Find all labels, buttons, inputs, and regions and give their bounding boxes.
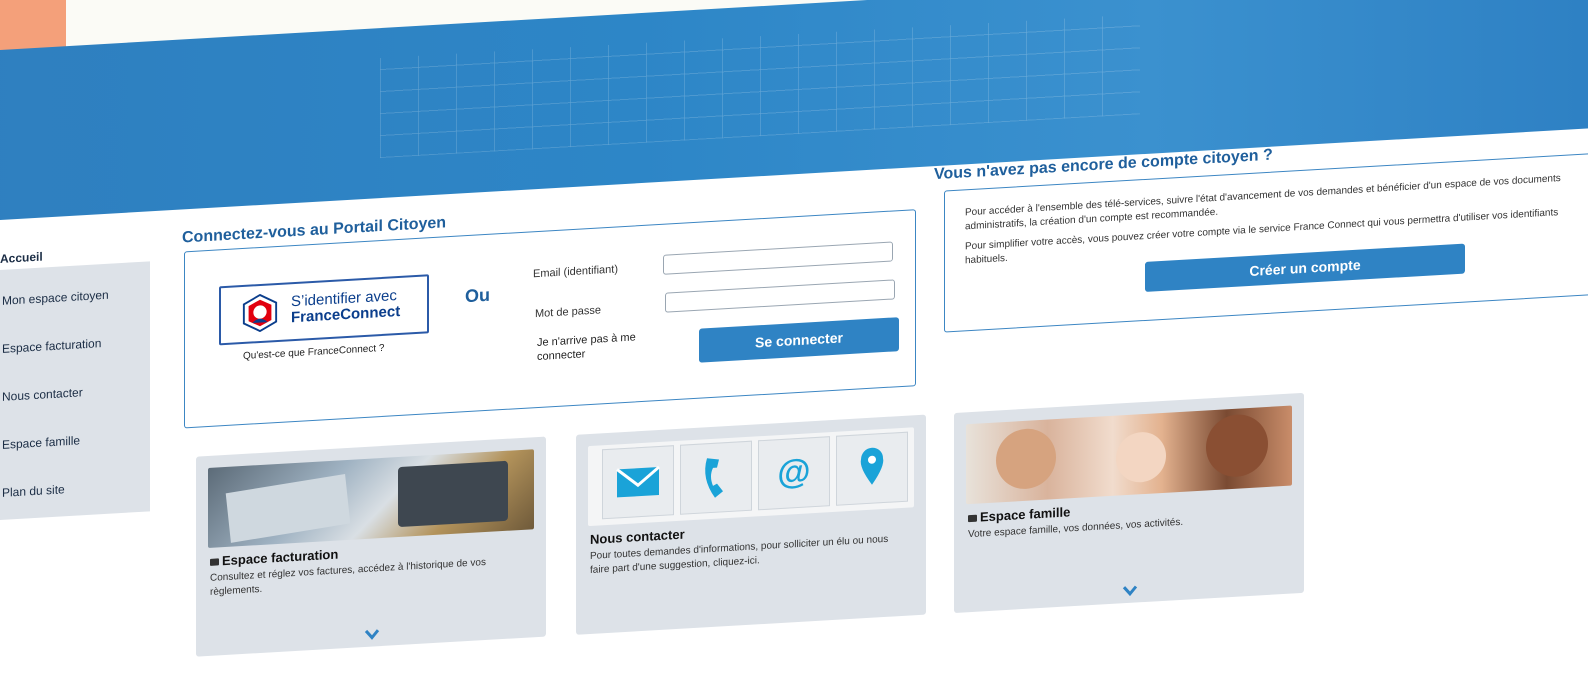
card-title-contact: Nous contacter [590,526,685,547]
banner-pattern [380,14,1140,159]
sidebar-item-espace-facturation[interactable]: Espace facturation [2,336,101,356]
sidebar-menu: Mon espace citoyen Espace facturation No… [0,261,150,522]
signup-panel: Pour accéder à l'ensemble des télé-servi… [944,151,1588,333]
envelope-icon [616,465,660,498]
sidebar-item-accueil[interactable]: Accueil [0,250,43,266]
card-image-facturation [208,449,534,549]
svg-text:@: @ [777,452,810,492]
email-label: Email (identifiant) [533,263,618,281]
lock-icon [968,514,977,523]
franceconnect-logo-icon [242,293,278,333]
lock-icon [210,558,219,566]
tile-mail [602,445,674,520]
calculator-image [398,460,508,528]
sidebar-item-espace-citoyen[interactable]: Mon espace citoyen [2,288,109,308]
sidebar-item-espace-famille[interactable]: Espace famille [2,433,80,452]
photo-parent-1 [996,427,1056,491]
login-submit-button[interactable]: Se connecter [699,317,899,363]
sidebar-item-plan-du-site[interactable]: Plan du site [2,482,65,500]
card-title-text: Espace famille [980,504,1071,525]
sidebar-item-nous-contacter[interactable]: Nous contacter [2,385,83,404]
card-image-contact: @ [588,427,914,527]
forgot-password-link[interactable]: Je n'arrive pas à me connecter [537,329,657,364]
password-input[interactable] [665,279,895,313]
page: Accueil Mon espace citoyen Espace factur… [0,0,1588,697]
or-separator: Ou [465,284,490,307]
card-title-famille: Espace famille [968,504,1070,525]
location-pin-icon [860,447,884,485]
card-espace-famille[interactable]: Espace famille Votre espace famille, vos… [954,392,1304,613]
chevron-down-icon[interactable] [364,628,380,641]
tile-phone [680,440,752,515]
at-icon: @ [777,452,810,492]
franceconnect-label: S’identifier avec FranceConnect [291,287,400,326]
invoice-paper [225,473,351,543]
franceconnect-button[interactable]: S’identifier avec FranceConnect [219,274,429,346]
photo-baby [1116,430,1166,484]
phone-icon [705,458,723,498]
login-panel: S’identifier avec FranceConnect Qu'est-c… [184,209,916,429]
card-nous-contacter[interactable]: @ Nous contacter Pour toutes demandes d'… [576,414,926,635]
tile-email: @ [758,436,830,511]
password-label: Mot de passe [535,304,602,321]
chevron-down-icon[interactable] [1122,584,1138,597]
tile-location [836,431,908,506]
card-espace-facturation[interactable]: Espace facturation Consultez et réglez v… [196,436,546,657]
card-image-famille [966,405,1292,505]
photo-parent-2 [1206,412,1268,479]
franceconnect-help-link[interactable]: Qu'est-ce que FranceConnect ? [243,343,384,362]
email-input[interactable] [663,241,893,275]
